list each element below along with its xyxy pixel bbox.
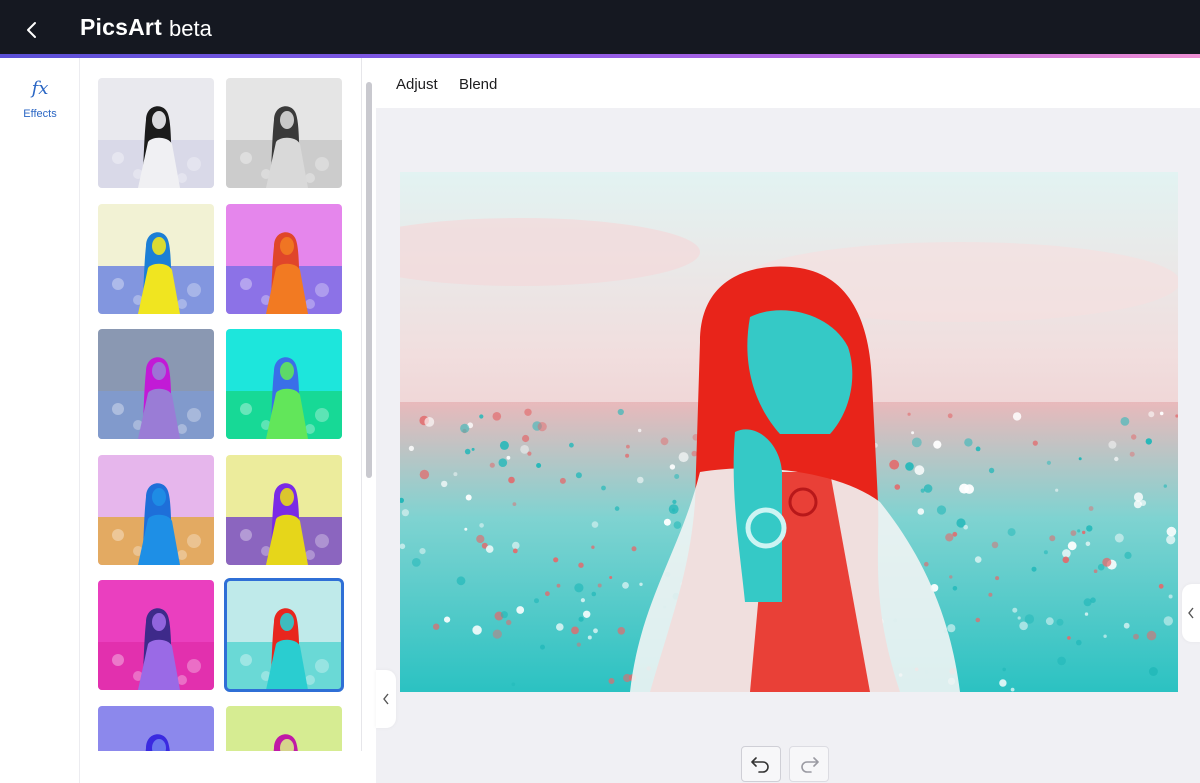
redo-icon	[801, 757, 819, 773]
tool-tabs: Adjust Blend	[376, 58, 1200, 108]
effect-thumbnail-black-white[interactable]	[226, 78, 342, 188]
effects-panel	[80, 58, 376, 783]
effect-thumbnail-yellow-blue[interactable]	[98, 203, 214, 314]
redo-button[interactable]	[789, 746, 829, 782]
panel-footer	[80, 751, 376, 783]
photo-image	[400, 172, 1178, 692]
undo-button[interactable]	[741, 746, 781, 782]
collapse-panel-button[interactable]	[376, 670, 396, 728]
edited-photo[interactable]	[400, 172, 1178, 692]
undo-icon	[751, 757, 769, 773]
chevron-left-icon	[1188, 607, 1194, 619]
beta-label: beta	[169, 16, 212, 41]
effect-thumbnail-original[interactable]	[98, 78, 214, 188]
effect-thumbnail-yellow-purple[interactable]	[226, 454, 342, 565]
effect-thumbnail-pink-blue[interactable]	[98, 454, 214, 565]
effect-thumbnail-red-cyan[interactable]	[224, 578, 344, 692]
editor-canvas	[376, 108, 1200, 783]
effect-thumbnail-magenta-orange[interactable]	[226, 203, 342, 314]
tab-adjust[interactable]: Adjust	[396, 76, 438, 93]
scrollbar-thumb[interactable]	[366, 82, 372, 478]
fx-icon: fx	[31, 78, 49, 99]
effects-scrollbar[interactable]	[362, 78, 376, 753]
top-bar: PicsArt beta	[0, 0, 1200, 56]
brand-logo: PicsArt	[80, 14, 162, 40]
rail-item-label: Effects	[23, 108, 57, 120]
tool-rail: fx Effects	[0, 58, 80, 783]
effect-thumbnail-grey-purple[interactable]	[98, 329, 214, 439]
panel-divider	[361, 58, 362, 751]
chevron-left-icon	[383, 693, 389, 705]
effect-thumbnail-magenta-violet[interactable]	[98, 580, 214, 690]
expand-right-panel-button[interactable]	[1182, 584, 1200, 642]
tab-blend[interactable]: Blend	[459, 76, 497, 93]
chevron-left-icon	[27, 22, 36, 38]
effect-thumbnail-cyan-green[interactable]	[226, 329, 342, 439]
rail-item-effects[interactable]: fx Effects	[0, 58, 80, 130]
back-button[interactable]	[14, 12, 50, 48]
